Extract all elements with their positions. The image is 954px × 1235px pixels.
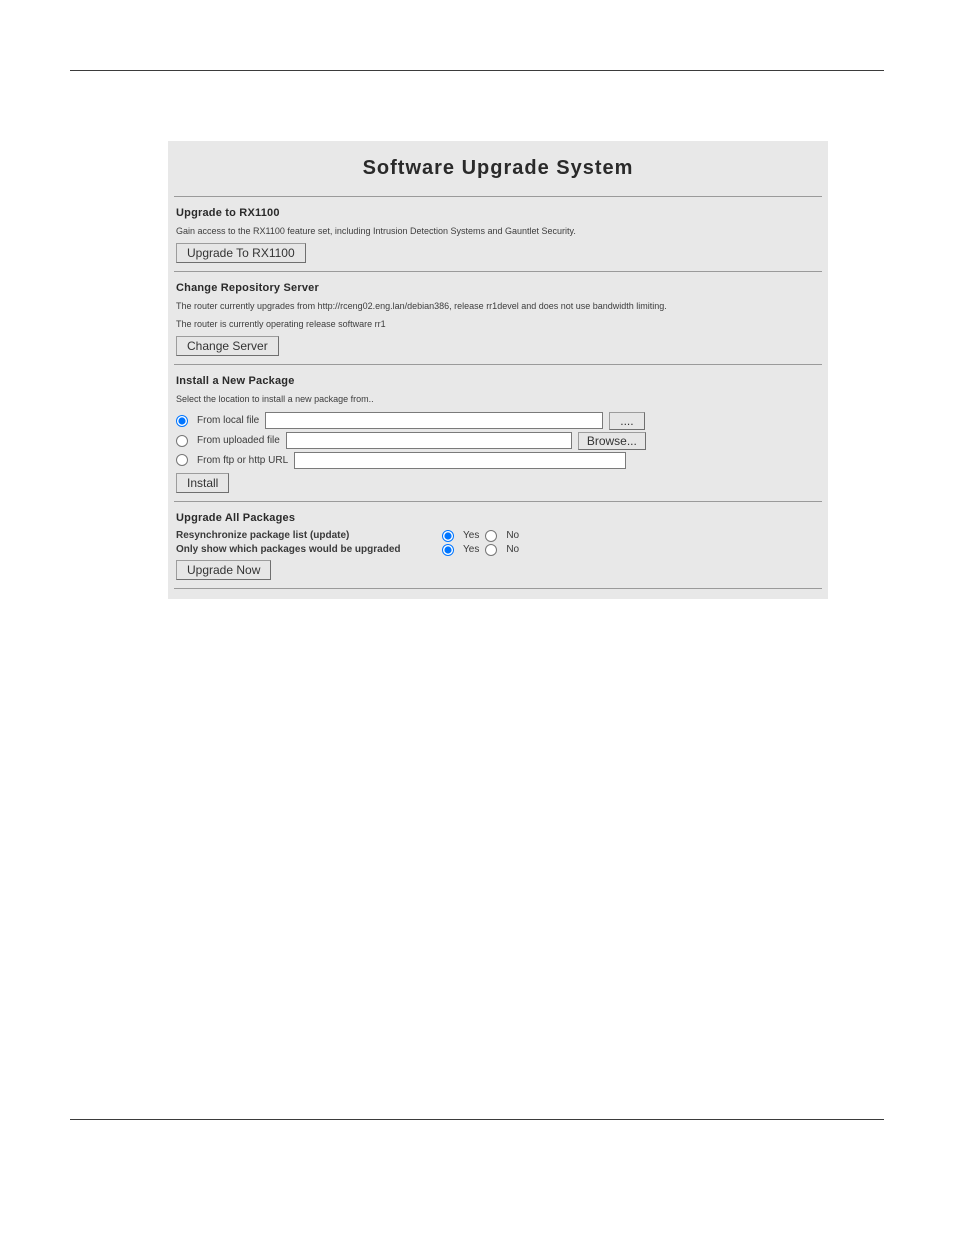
input-local-file-path[interactable]	[265, 412, 603, 429]
text-change-server-line2: The router is currently operating releas…	[176, 318, 820, 330]
section-change-server: Change Repository Server The router curr…	[168, 272, 828, 364]
heading-upgrade-all: Upgrade All Packages	[176, 512, 820, 524]
row-from-local-file: From local file ....	[176, 412, 820, 430]
heading-change-server: Change Repository Server	[176, 282, 820, 294]
label-showonly-no: No	[506, 544, 519, 555]
radio-from-uploaded-file[interactable]	[176, 435, 188, 447]
heading-install-package: Install a New Package	[176, 375, 820, 387]
label-from-uploaded-file: From uploaded file	[197, 435, 280, 446]
label-from-local-file: From local file	[197, 415, 259, 426]
section-upgrade-all: Upgrade All Packages Resynchronize packa…	[168, 502, 828, 588]
top-rule	[70, 70, 884, 71]
text-change-server-line1: The router currently upgrades from http:…	[176, 300, 820, 312]
heading-upgrade-rx1100: Upgrade to RX1100	[176, 207, 820, 219]
label-resync-yes: Yes	[463, 530, 479, 541]
section-install-package: Install a New Package Select the locatio…	[168, 365, 828, 500]
label-resync-no: No	[506, 530, 519, 541]
radio-showonly-no[interactable]	[485, 544, 497, 556]
label-showonly-yes: Yes	[463, 544, 479, 555]
section-upgrade-rx1100: Upgrade to RX1100 Gain access to the RX1…	[168, 197, 828, 271]
input-uploaded-file[interactable]	[286, 432, 572, 449]
radio-from-url[interactable]	[176, 454, 188, 466]
label-resync: Resynchronize package list (update)	[176, 530, 436, 541]
bottom-rule	[70, 1119, 884, 1120]
upgrade-to-rx1100-button[interactable]: Upgrade To RX1100	[176, 243, 306, 263]
label-from-url: From ftp or http URL	[197, 455, 288, 466]
software-upgrade-panel: Software Upgrade System Upgrade to RX110…	[168, 141, 828, 599]
browse-button[interactable]: Browse...	[578, 432, 646, 450]
row-from-uploaded-file: From uploaded file Browse...	[176, 432, 820, 450]
row-showonly: Only show which packages would be upgrad…	[176, 544, 820, 556]
text-install-prompt: Select the location to install a new pac…	[176, 393, 820, 405]
install-button[interactable]: Install	[176, 473, 229, 493]
radio-resync-no[interactable]	[485, 530, 497, 542]
row-resync: Resynchronize package list (update) Yes …	[176, 530, 820, 542]
label-showonly: Only show which packages would be upgrad…	[176, 544, 436, 555]
input-url[interactable]	[294, 452, 626, 469]
radio-resync-yes[interactable]	[442, 530, 454, 542]
row-from-url: From ftp or http URL	[176, 452, 820, 469]
radio-showonly-yes[interactable]	[442, 544, 454, 556]
text-upgrade-rx1100: Gain access to the RX1100 feature set, i…	[176, 225, 820, 237]
radio-from-local-file[interactable]	[176, 415, 188, 427]
upgrade-now-button[interactable]: Upgrade Now	[176, 560, 271, 580]
panel-title: Software Upgrade System	[168, 157, 828, 180]
local-file-picker-button[interactable]: ....	[609, 412, 644, 430]
change-server-button[interactable]: Change Server	[176, 336, 279, 356]
